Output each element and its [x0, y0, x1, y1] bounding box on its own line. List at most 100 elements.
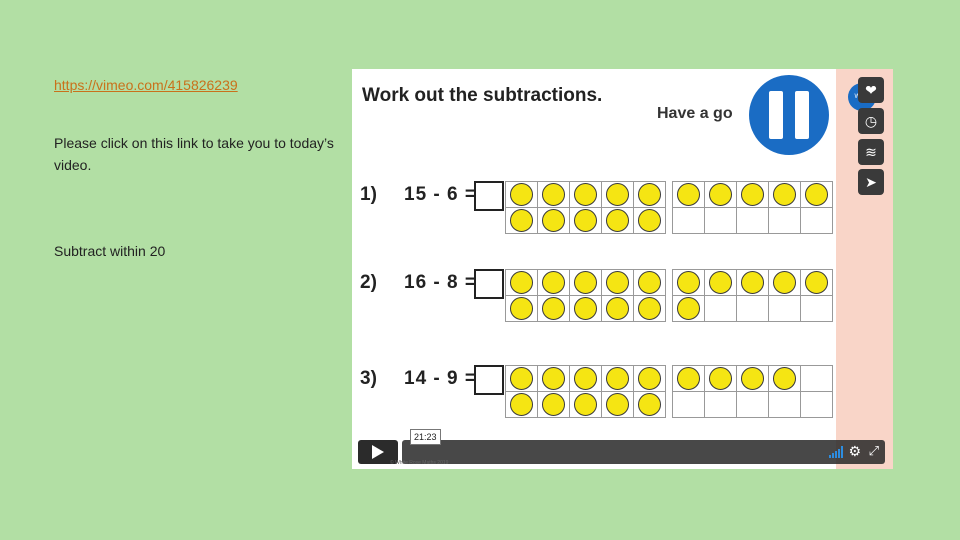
ten-frame-cell: [801, 208, 833, 234]
ten-frame-cell: [634, 270, 666, 296]
counter-dot: [574, 297, 597, 320]
ten-frame-cell: [769, 296, 801, 322]
ten-frame-cell: [634, 182, 666, 208]
question-expression: 14 - 9 =: [404, 368, 477, 389]
counter-dot: [574, 209, 597, 232]
volume-bars-icon[interactable]: [829, 446, 843, 458]
counter-dot: [606, 367, 629, 390]
heart-icon[interactable]: ❤: [858, 77, 884, 103]
video-player[interactable]: Work out the subtractions. Have a go WRM…: [352, 69, 893, 469]
pause-icon: [749, 75, 829, 155]
ten-frame-cell: [570, 270, 602, 296]
ten-frame-cell: [705, 366, 737, 392]
question-expression: 15 - 6 =: [404, 184, 477, 205]
ten-frame-cell: [538, 392, 570, 418]
ten-frame-cell: [634, 296, 666, 322]
lesson-topic: Subtract within 20: [54, 243, 166, 259]
question-expression: 16 - 8 =: [404, 272, 477, 293]
ten-frame-cell: [737, 270, 769, 296]
counter-dot: [773, 367, 796, 390]
ten-frame-cell: [673, 270, 705, 296]
ten-frame-cell: [769, 182, 801, 208]
progress-bar[interactable]: ⚙ ⤢: [402, 440, 885, 464]
ten-frame-cell: [602, 392, 634, 418]
ten-frame-cell: [602, 208, 634, 234]
question-number: 1): [360, 184, 377, 205]
counter-dot: [773, 271, 796, 294]
ten-frame-cell: [769, 366, 801, 392]
counter-dot: [773, 183, 796, 206]
counter-dot: [542, 183, 565, 206]
ten-frame-cell: [737, 296, 769, 322]
ten-frame-cell: [737, 366, 769, 392]
timestamp-tooltip: 21:23: [410, 429, 441, 445]
counter-dot: [510, 183, 533, 206]
counter-dot: [709, 271, 732, 294]
have-a-go-label: Have a go: [657, 105, 733, 122]
ten-frame-cell: [570, 182, 602, 208]
ten-frame: [672, 269, 833, 322]
counter-dot: [574, 183, 597, 206]
ten-frame-cell: [602, 270, 634, 296]
ten-frame-cell: [801, 296, 833, 322]
link-description: Please click on this link to take you to…: [54, 135, 334, 173]
ten-frame-cell: [801, 182, 833, 208]
ten-frame: [505, 269, 666, 322]
counter-dot: [677, 271, 700, 294]
ten-frame-cell: [705, 270, 737, 296]
counter-dot: [542, 297, 565, 320]
ten-frame-cell: [538, 366, 570, 392]
ten-frame-cell: [634, 366, 666, 392]
counter-dot: [542, 367, 565, 390]
ten-frame-cell: [538, 208, 570, 234]
counter-dot: [606, 271, 629, 294]
ten-frame-cell: [538, 270, 570, 296]
counter-dot: [606, 297, 629, 320]
counter-dot: [606, 209, 629, 232]
counter-dot: [510, 271, 533, 294]
answer-box[interactable]: [474, 269, 504, 299]
answer-box[interactable]: [474, 181, 504, 211]
counter-dot: [677, 297, 700, 320]
ten-frame: [505, 181, 666, 234]
counter-dot: [805, 183, 828, 206]
counter-dot: [510, 367, 533, 390]
question-number: 2): [360, 272, 377, 293]
ten-frame-cell: [538, 182, 570, 208]
counter-dot: [574, 367, 597, 390]
ten-frame-cell: [705, 392, 737, 418]
counter-dot: [638, 183, 661, 206]
fullscreen-icon[interactable]: ⤢: [869, 443, 879, 459]
clock-icon[interactable]: ◷: [858, 108, 884, 134]
ten-frame-cell: [737, 182, 769, 208]
layers-icon[interactable]: ≋: [858, 139, 884, 165]
ten-frame: [672, 181, 833, 234]
ten-frame-cell: [769, 392, 801, 418]
ten-frame-cell: [769, 270, 801, 296]
counter-dot: [638, 209, 661, 232]
ten-frame-cell: [570, 296, 602, 322]
ten-frame-cell: [673, 366, 705, 392]
ten-frame-cell: [538, 296, 570, 322]
ten-frame-cell: [801, 270, 833, 296]
counter-dot: [510, 393, 533, 416]
video-slide-title: Work out the subtractions.: [362, 85, 603, 106]
counter-dot: [510, 297, 533, 320]
answer-box[interactable]: [474, 365, 504, 395]
counter-dot: [510, 209, 533, 232]
ten-frame-cell: [602, 182, 634, 208]
ten-frame-cell: [634, 392, 666, 418]
video-link[interactable]: https://vimeo.com/415826239: [54, 74, 238, 96]
counter-dot: [709, 367, 732, 390]
gear-icon[interactable]: ⚙: [848, 443, 861, 460]
counter-dot: [677, 183, 700, 206]
ten-frame-cell: [570, 208, 602, 234]
share-icon[interactable]: ➤: [858, 169, 884, 195]
ten-frame-cell: [602, 296, 634, 322]
counter-dot: [741, 271, 764, 294]
counter-dot: [574, 393, 597, 416]
play-icon: [372, 445, 384, 459]
ten-frame-cell: [673, 182, 705, 208]
ten-frame-cell: [506, 366, 538, 392]
ten-frame-cell: [801, 366, 833, 392]
